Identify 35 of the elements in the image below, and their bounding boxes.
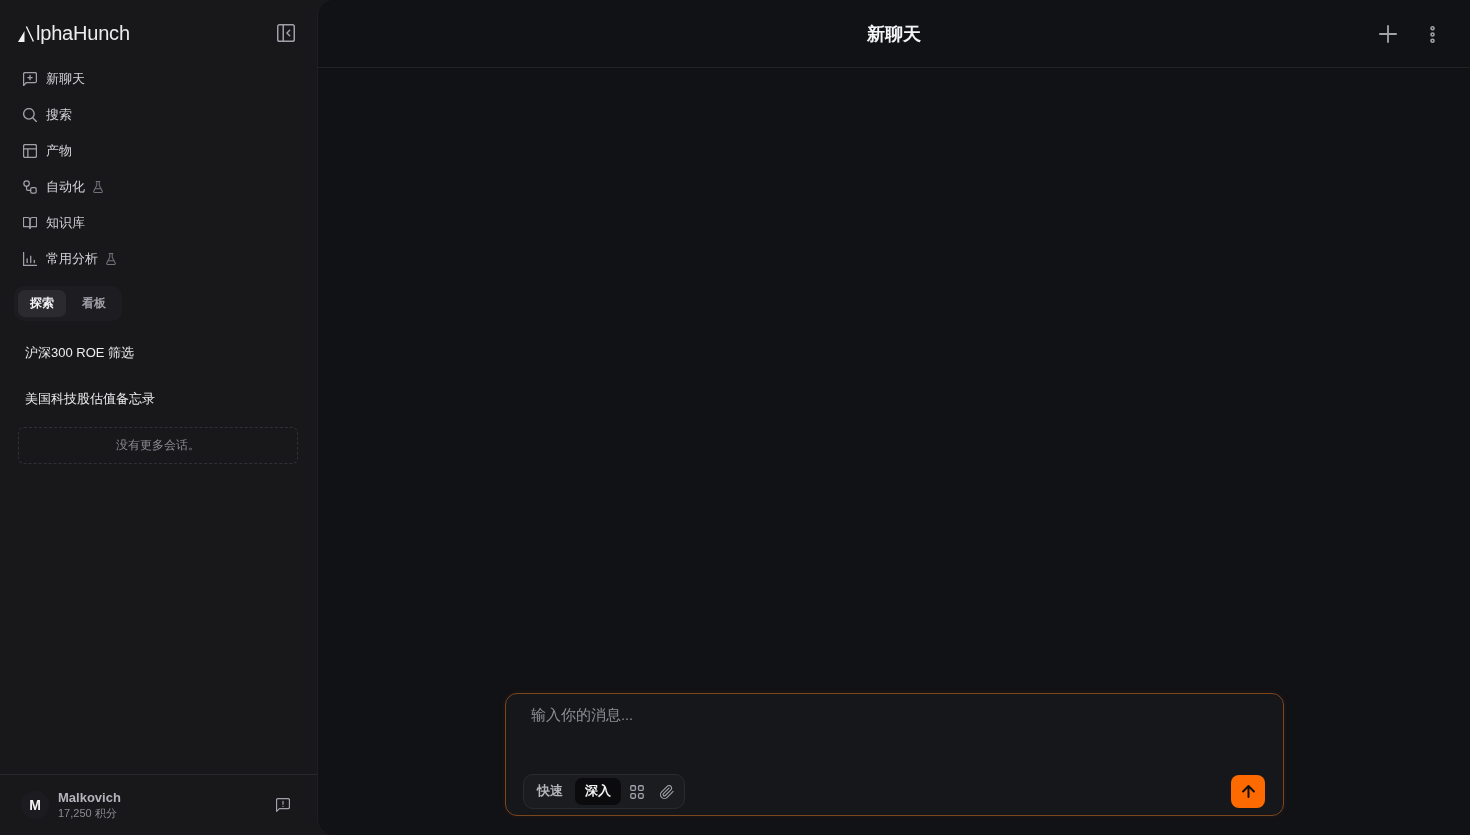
nav-item[interactable]: 自动化 [10,170,307,204]
plus-icon [1379,25,1397,43]
user-points: 17,250 积分 [58,806,117,820]
message-input[interactable]: 输入你的消息... [523,705,1265,774]
nav-item[interactable]: 知识库 [10,206,307,240]
nav-item[interactable]: 新聊天 [10,62,307,96]
sidebar-panel-icon [277,24,295,42]
search-icon [23,108,37,122]
conversation-item[interactable]: 沪深300 ROE 筛选 [18,335,299,371]
layout-panel-icon [23,144,37,158]
chat-plus-icon [23,72,37,86]
send-button[interactable] [1231,775,1265,808]
mode-toggle[interactable]: 深入 [575,778,621,805]
vertical-dots-icon [1429,25,1435,43]
conversation-item[interactable]: 美国科技股估值备忘录 [18,381,299,417]
chat-title: 新聊天 [867,22,921,46]
arrow-up-icon [1241,784,1255,799]
open-book-icon [23,216,37,230]
message-composer[interactable]: 输入你的消息... 快速 深入 [505,693,1284,816]
end-of-list-note: 没有更多会话。 [18,427,298,464]
grid-icon [630,784,644,799]
view-tab[interactable]: 看板 [70,290,118,317]
mode-toggle[interactable]: 快速 [527,778,573,805]
connected-nodes-icon [23,180,37,194]
bar-chart-icon [23,252,37,266]
user-avatar: M [21,791,49,819]
nav-item[interactable]: 搜索 [10,98,307,132]
feedback-icon [276,798,290,812]
logo-text: lphaHunch [36,21,130,45]
nav-item[interactable]: 常用分析 [10,242,307,276]
logo-mark-icon [18,25,34,42]
user-name: Malkovich [58,790,121,806]
nav-item[interactable]: 产物 [10,134,307,168]
paperclip-icon [660,784,674,799]
view-tab[interactable]: 探索 [18,290,66,317]
